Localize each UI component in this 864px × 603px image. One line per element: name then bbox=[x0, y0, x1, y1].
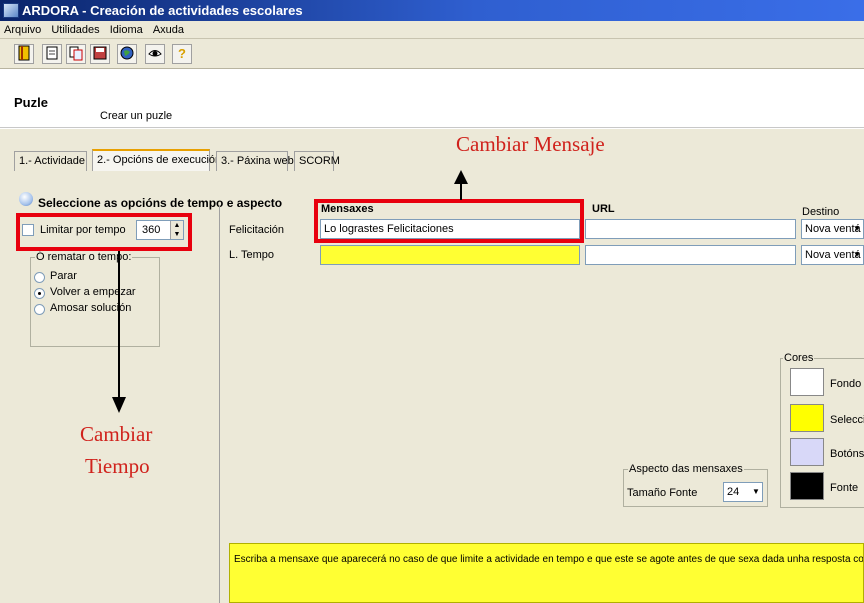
help-icon[interactable]: ? bbox=[172, 44, 192, 64]
url-column-header: URL bbox=[592, 203, 615, 215]
arrow-down-icon bbox=[112, 397, 126, 413]
info-icon bbox=[19, 192, 33, 206]
copy-document-icon[interactable] bbox=[66, 44, 86, 64]
menu-arquivo[interactable]: Arquivo bbox=[1, 21, 44, 39]
page-subtitle: Crear un puzle bbox=[100, 110, 173, 122]
felicitacion-url-input[interactable] bbox=[585, 219, 796, 239]
tempo-url-input[interactable] bbox=[585, 245, 796, 265]
menu-idioma[interactable]: Idioma bbox=[107, 21, 146, 39]
save-icon[interactable] bbox=[90, 44, 110, 64]
chevron-down-icon[interactable]: ▼ bbox=[851, 220, 863, 238]
page-title: Puzle bbox=[14, 95, 48, 110]
time-highlight-box bbox=[16, 213, 192, 251]
window-title: ARDORA - Creación de actividades escolar… bbox=[22, 3, 303, 18]
target-column-header: Destino bbox=[802, 206, 840, 218]
radio-parar-label: Parar bbox=[50, 270, 77, 282]
new-document-icon[interactable] bbox=[42, 44, 62, 64]
menu-axuda[interactable]: Axuda bbox=[150, 21, 187, 39]
book-icon[interactable] bbox=[14, 44, 34, 64]
tab-scorm[interactable]: SCORM bbox=[294, 151, 340, 171]
window-titlebar: ARDORA - Creación de actividades escolar… bbox=[0, 0, 864, 21]
tab-opcions-execucion[interactable]: 2.- Opcións de execución bbox=[92, 149, 221, 171]
app-icon bbox=[3, 3, 19, 18]
arrow-up-icon bbox=[454, 170, 468, 184]
time-arrow-line bbox=[118, 251, 120, 399]
panel-divider bbox=[219, 206, 220, 603]
messages-highlight-box bbox=[314, 199, 584, 243]
change-time-annotation-line2: Tiempo bbox=[85, 454, 150, 478]
colors-title: Cores bbox=[783, 352, 815, 364]
font-size-select[interactable]: 24 ▼ bbox=[723, 482, 763, 502]
felicitacion-label: Felicitación bbox=[229, 224, 285, 236]
felicitacion-target-select[interactable]: Nova ventá ▼ bbox=[801, 219, 864, 239]
tempo-target-select[interactable]: Nova ventá ▼ bbox=[801, 245, 864, 265]
globe-icon[interactable] bbox=[117, 44, 137, 64]
help-text-area: Escriba a mensaxe que aparecerá no caso … bbox=[229, 543, 864, 603]
chevron-down-icon[interactable]: ▼ bbox=[851, 246, 863, 264]
color-fondo-label: Fondo bbox=[830, 378, 862, 390]
eye-icon[interactable] bbox=[145, 44, 165, 64]
color-fonte-swatch[interactable] bbox=[790, 472, 824, 500]
change-time-annotation-line1: Cambiar bbox=[80, 422, 153, 446]
change-message-annotation: Cambiar Mensaje bbox=[456, 132, 605, 156]
chevron-down-icon[interactable]: ▼ bbox=[750, 483, 762, 501]
toolbar: ? bbox=[0, 39, 864, 69]
radio-amosar-solucion[interactable] bbox=[34, 304, 45, 315]
tempo-label: L. Tempo bbox=[229, 249, 275, 261]
color-botons-swatch[interactable] bbox=[790, 438, 824, 466]
color-botons-label: Botóns bbox=[830, 448, 864, 460]
message-aspect-title: Aspecto das mensaxes bbox=[628, 463, 744, 475]
font-size-label: Tamaño Fonte bbox=[627, 487, 698, 499]
color-fonte-label: Fonte bbox=[830, 482, 859, 494]
tab-paxina-web[interactable]: 3.- Páxina web bbox=[216, 151, 294, 171]
radio-volver-empezar[interactable] bbox=[34, 288, 45, 299]
menu-bar: Arquivo Utilidades Idioma Axuda bbox=[0, 21, 864, 39]
color-seleccion-label: Selección bbox=[830, 414, 864, 426]
menu-utilidades[interactable]: Utilidades bbox=[48, 21, 102, 39]
radio-volver-empezar-label: Volver a empezar bbox=[50, 286, 136, 298]
color-seleccion-swatch[interactable] bbox=[790, 404, 824, 432]
color-fondo-swatch[interactable] bbox=[790, 368, 824, 396]
message-arrow-line bbox=[460, 182, 462, 200]
radio-parar[interactable] bbox=[34, 272, 45, 283]
tab-actividade[interactable]: 1.- Actividade bbox=[14, 151, 87, 171]
activity-header: Puzle Crear un puzle bbox=[0, 70, 864, 128]
tempo-message-input[interactable] bbox=[320, 245, 580, 265]
section-title: Seleccione as opcións de tempo e aspecto bbox=[38, 196, 283, 210]
